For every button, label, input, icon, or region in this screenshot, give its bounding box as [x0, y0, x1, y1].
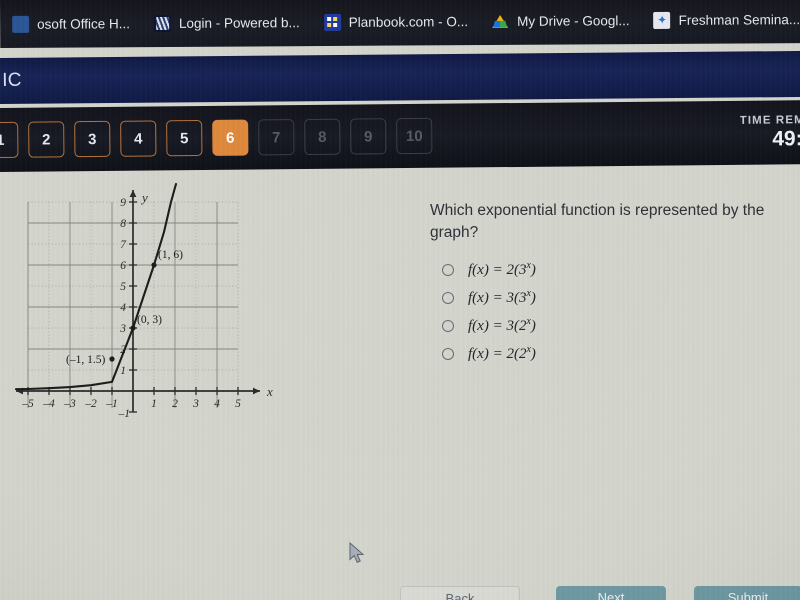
browser-tab-login[interactable]: Login - Powered b...: [142, 0, 312, 47]
next-button[interactable]: Next: [556, 586, 666, 600]
fn-label: f(x): [468, 318, 489, 334]
graph-x-tick-labels: –5 –4 –3 –2 –1 1 2 3 4 5: [21, 398, 241, 410]
x-tick-1: 1: [151, 398, 157, 410]
answer-choice-list: f(x) = 2(3x) f(x) = 3(3x) f(x) = 3(2x) f…: [432, 256, 772, 368]
y-axis-label: y: [140, 190, 148, 205]
question-button-7: 7: [258, 119, 295, 156]
x-tick-5: 5: [235, 398, 241, 410]
browser-tab-label: My Drive - Googl...: [517, 12, 630, 29]
y-tick-7: 7: [120, 239, 127, 251]
tail-label: ): [530, 262, 536, 278]
app-title: ) IC: [0, 69, 22, 91]
x-tick-3: 3: [192, 398, 199, 410]
browser-tab-label: Login - Powered b...: [178, 14, 300, 31]
x-tick-4: 4: [214, 398, 220, 410]
browser-tab-mydrive[interactable]: My Drive - Googl...: [480, 0, 642, 45]
answer-choice-a-label: f(x) = 2(3x): [468, 260, 536, 279]
answer-choice-c[interactable]: f(x) = 3(2x): [432, 312, 772, 339]
time-remaining-label: TIME REMA: [739, 114, 800, 127]
answer-choice-d[interactable]: f(x) = 2(2x): [432, 340, 772, 367]
question-button-9: 9: [350, 118, 387, 155]
fn-label: f(x): [468, 346, 489, 362]
browser-tab-planbook[interactable]: Planbook.com - O...: [312, 0, 481, 46]
radio-button-a[interactable]: [442, 263, 454, 276]
login-icon: [153, 14, 171, 32]
browser-tab-strip: osoft Office H... Login - Powered b... P…: [0, 0, 800, 48]
y-tick-9: 9: [120, 197, 126, 209]
radio-button-d[interactable]: [442, 347, 454, 360]
x-tick--3: –3: [63, 398, 76, 410]
google-drive-icon: [492, 12, 509, 29]
eq-label: = 2(3: [488, 262, 527, 278]
tail-label: ): [530, 318, 536, 334]
answer-choice-b[interactable]: f(x) = 3(3x): [432, 284, 772, 311]
browser-tab-freshman-seminar[interactable]: Freshman Semina...: [641, 0, 800, 44]
question-button-5[interactable]: 5: [166, 120, 203, 157]
radio-button-c[interactable]: [442, 319, 454, 332]
graph-point-1-6: [151, 262, 157, 268]
question-number-list: 1 2 3 4 5 6 7 8 9 10: [0, 117, 433, 159]
x-tick--5: –5: [21, 398, 34, 410]
graph-point-0-3: [130, 325, 136, 331]
question-prompt: Which exponential function is represente…: [430, 202, 765, 241]
y-tick-4: 4: [120, 302, 126, 314]
app-header: ) IC: [0, 50, 800, 104]
answer-choice-b-label: f(x) = 3(3x): [468, 288, 536, 307]
y-tick--1: –1: [118, 408, 131, 420]
submit-button[interactable]: Submit: [694, 586, 800, 600]
graph-y-tick-labels: 9 8 7 6 5 4 3 2 1 –1: [118, 197, 131, 420]
question-content: –5 –4 –3 –2 –1 1 2 3 4 5 9 8 7 6 5 4 3 2: [0, 172, 800, 600]
browser-tab-label: Planbook.com - O...: [348, 13, 469, 30]
mouse-cursor: [349, 542, 365, 563]
eq-label: = 2(2: [488, 346, 527, 362]
x-tick-2: 2: [172, 398, 178, 410]
y-tick-5: 5: [120, 281, 126, 293]
exponential-graph: –5 –4 –3 –2 –1 1 2 3 4 5 9 8 7 6 5 4 3 2: [8, 180, 298, 435]
answer-choice-d-label: f(x) = 2(2x): [468, 344, 536, 363]
graph-point--1-1.5: [109, 356, 115, 362]
answer-choice-c-label: f(x) = 3(2x): [468, 316, 536, 335]
eq-label: = 3(2: [488, 318, 527, 334]
fn-label: f(x): [468, 262, 489, 278]
y-tick-3: 3: [119, 323, 126, 335]
x-axis-label: x: [266, 384, 273, 399]
x-tick--1: –1: [105, 398, 118, 410]
tail-label: ): [530, 290, 536, 306]
x-tick--4: –4: [42, 398, 55, 410]
question-button-8: 8: [304, 118, 341, 156]
bottom-action-bar: Back Next Submit: [0, 584, 800, 600]
fn-label: f(x): [468, 290, 489, 306]
planbook-icon: [323, 13, 341, 31]
y-tick-6: 6: [120, 260, 126, 272]
time-remaining: TIME REMA 49:2: [740, 114, 800, 152]
question-button-10: 10: [396, 117, 433, 155]
question-button-1[interactable]: 1: [0, 121, 19, 159]
office-icon: [12, 15, 30, 33]
time-remaining-value: 49:2: [772, 127, 800, 151]
question-button-3[interactable]: 3: [74, 120, 111, 158]
freshman-seminar-icon: [653, 11, 671, 29]
answer-choice-a[interactable]: f(x) = 2(3x): [432, 256, 772, 283]
y-tick-8: 8: [120, 218, 126, 230]
graph-point-label-1-6: (1, 6): [158, 249, 183, 261]
question-button-6[interactable]: 6: [212, 119, 249, 156]
question-nav-bar: 1 2 3 4 5 6 7 8 9 10 TIME REMA 49:2: [0, 100, 800, 172]
browser-tab-label: Freshman Semina...: [678, 11, 800, 28]
question-button-4[interactable]: 4: [120, 120, 157, 157]
graph-point-label--1-1.5: (–1, 1.5): [66, 354, 105, 366]
back-button[interactable]: Back: [400, 586, 520, 600]
x-tick--2: –2: [84, 398, 97, 410]
browser-tab-office[interactable]: osoft Office H...: [0, 0, 142, 48]
tail-label: ): [530, 346, 536, 362]
question-button-2[interactable]: 2: [28, 121, 65, 158]
graph-point-label-0-3: (0, 3): [137, 314, 162, 326]
browser-tab-label: osoft Office H...: [37, 15, 130, 32]
y-tick-1: 1: [120, 365, 126, 377]
eq-label: = 3(3: [488, 290, 527, 306]
radio-button-b[interactable]: [442, 291, 454, 304]
graph-svg: –5 –4 –3 –2 –1 1 2 3 4 5 9 8 7 6 5 4 3 2: [14, 182, 273, 420]
